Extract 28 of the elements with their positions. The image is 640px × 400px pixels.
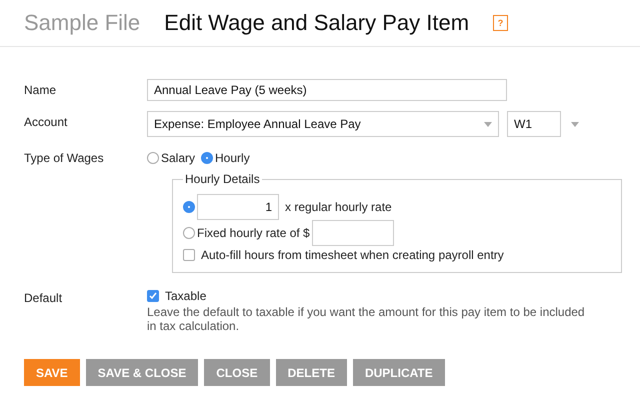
account-dropdown[interactable]: Expense: Employee Annual Leave Pay — [147, 111, 499, 137]
field-label: Name — [24, 82, 58, 99]
rate-label: x regular hourly rate — [285, 200, 392, 214]
file-name: Sample File — [24, 10, 140, 36]
rate-label: Fixed hourly rate of $ — [197, 226, 310, 240]
rate-field[interactable] — [312, 220, 394, 246]
radio-button[interactable] — [147, 152, 159, 164]
radio-button[interactable] — [183, 201, 195, 213]
radio-button[interactable] — [183, 227, 195, 239]
checkbox-label[interactable]: Auto-fill hours from timesheet when creating payroll entry — [201, 248, 504, 262]
caret-icon — [484, 122, 492, 126]
help-text: Leave the default to taxable if you want the amount for this pay item to be included in tax calculation. — [147, 305, 586, 333]
radio-label[interactable]: Salary — [161, 151, 196, 165]
account-value: Expense: Employee Annual Leave Pay — [154, 117, 361, 131]
radio-button[interactable] — [201, 152, 214, 164]
group-legend: Hourly Details — [183, 172, 262, 186]
checkbox[interactable] — [183, 249, 195, 261]
caret-icon — [571, 122, 579, 127]
multiplier-field[interactable]: 1 — [197, 194, 279, 220]
field-label: Default — [24, 290, 64, 307]
field-label: Account — [24, 114, 68, 131]
checkbox-label[interactable]: Taxable — [165, 289, 206, 303]
radio-label[interactable]: Hourly — [215, 151, 250, 165]
page-title: Edit Wage and Salary Pay Item — [164, 10, 470, 36]
name-field[interactable]: Annual Leave Pay (5 weeks) — [147, 79, 507, 101]
checkbox[interactable] — [147, 290, 159, 302]
field-label: Type of Wages — [24, 150, 105, 165]
code-field[interactable]: W1 — [507, 111, 561, 137]
